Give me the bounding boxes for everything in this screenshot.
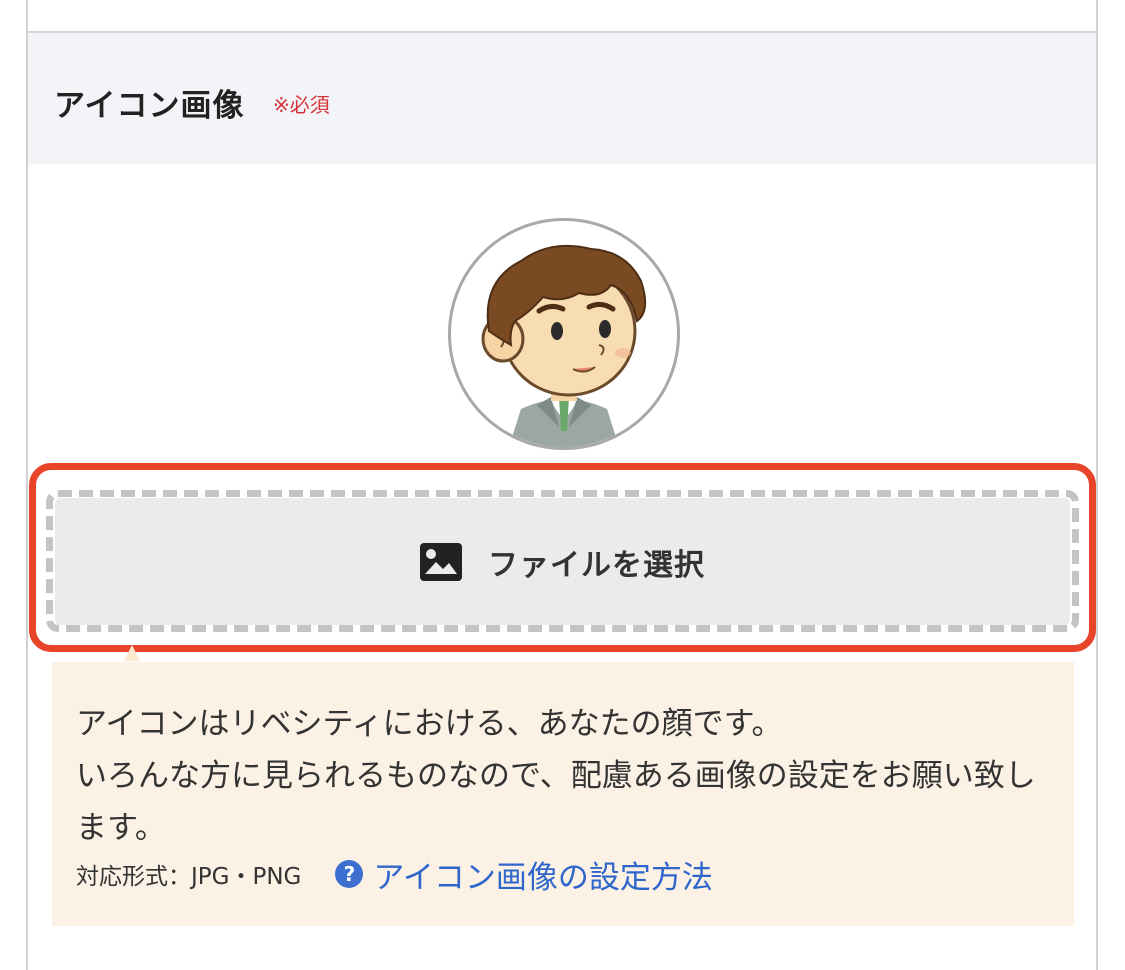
notice-line-2: いろんな方に見られるものなので、配慮ある画像の設定をお願い致します。 xyxy=(76,758,1036,846)
icon-help-link[interactable]: ? アイコン画像の設定方法 xyxy=(335,852,713,897)
question-icon: ? xyxy=(335,860,364,888)
select-file-label: ファイルを選択 xyxy=(488,547,705,583)
help-link-label: アイコン画像の設定方法 xyxy=(373,859,713,896)
field-header: アイコン画像 ※必須 xyxy=(28,33,1096,164)
supported-formats: 対応形式：JPG・PNG xyxy=(76,864,302,890)
notice-box: アイコンはリベシティにおける、あなたの顔です。いろんな方に見られるものなので、配… xyxy=(52,662,1074,926)
required-badge: ※必須 xyxy=(273,93,330,117)
notice-line-1: アイコンはリベシティにおける、あなたの顔です。 xyxy=(76,706,783,742)
avatar-illustration xyxy=(481,244,647,447)
select-file-button[interactable]: ファイルを選択 xyxy=(55,498,1070,625)
notice-pointer xyxy=(124,645,140,661)
notice-footer: 対応形式：JPG・PNG ? アイコン画像の設定方法 xyxy=(76,852,713,897)
avatar-preview xyxy=(448,218,680,450)
form-frame: アイコン画像 ※必須 ファイルを選択 アイコンはリベシティにおける、あなたの顔で… xyxy=(26,0,1098,970)
field-title: アイコン画像 xyxy=(54,88,245,124)
upload-highlight: ファイルを選択 xyxy=(29,463,1096,652)
image-icon xyxy=(420,542,462,581)
notice-message: アイコンはリベシティにおける、あなたの顔です。いろんな方に見られるものなので、配… xyxy=(76,698,1066,854)
